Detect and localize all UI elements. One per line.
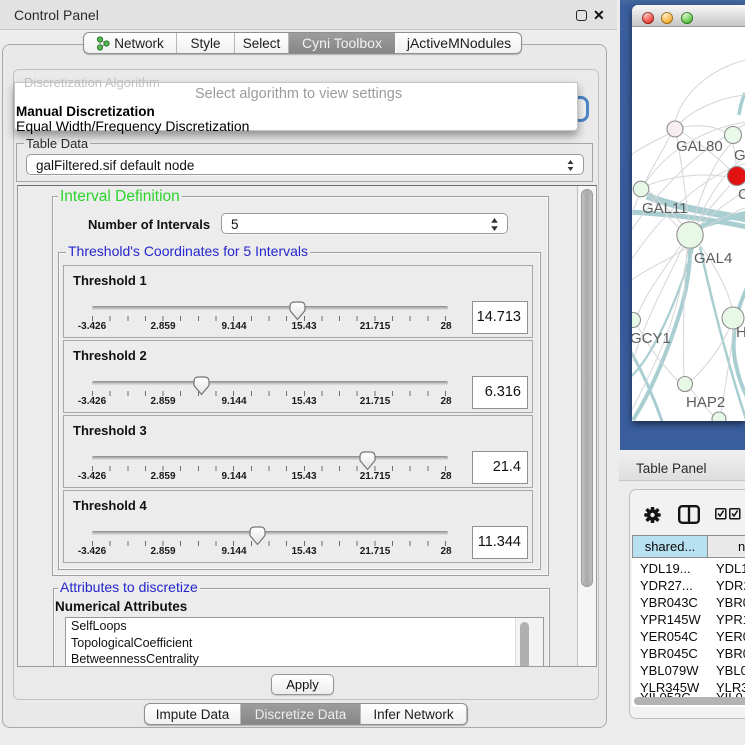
svg-text:H: H	[736, 324, 745, 341]
svg-text:C: C	[738, 186, 745, 203]
svg-text:GCY1: GCY1	[632, 330, 671, 347]
svg-text:GAL4: GAL4	[694, 250, 732, 267]
svg-text:G.: G.	[734, 147, 745, 164]
svg-text:HAP2: HAP2	[686, 394, 725, 411]
svg-text:GAL11: GAL11	[642, 200, 688, 217]
svg-text:GAL80: GAL80	[676, 138, 723, 155]
